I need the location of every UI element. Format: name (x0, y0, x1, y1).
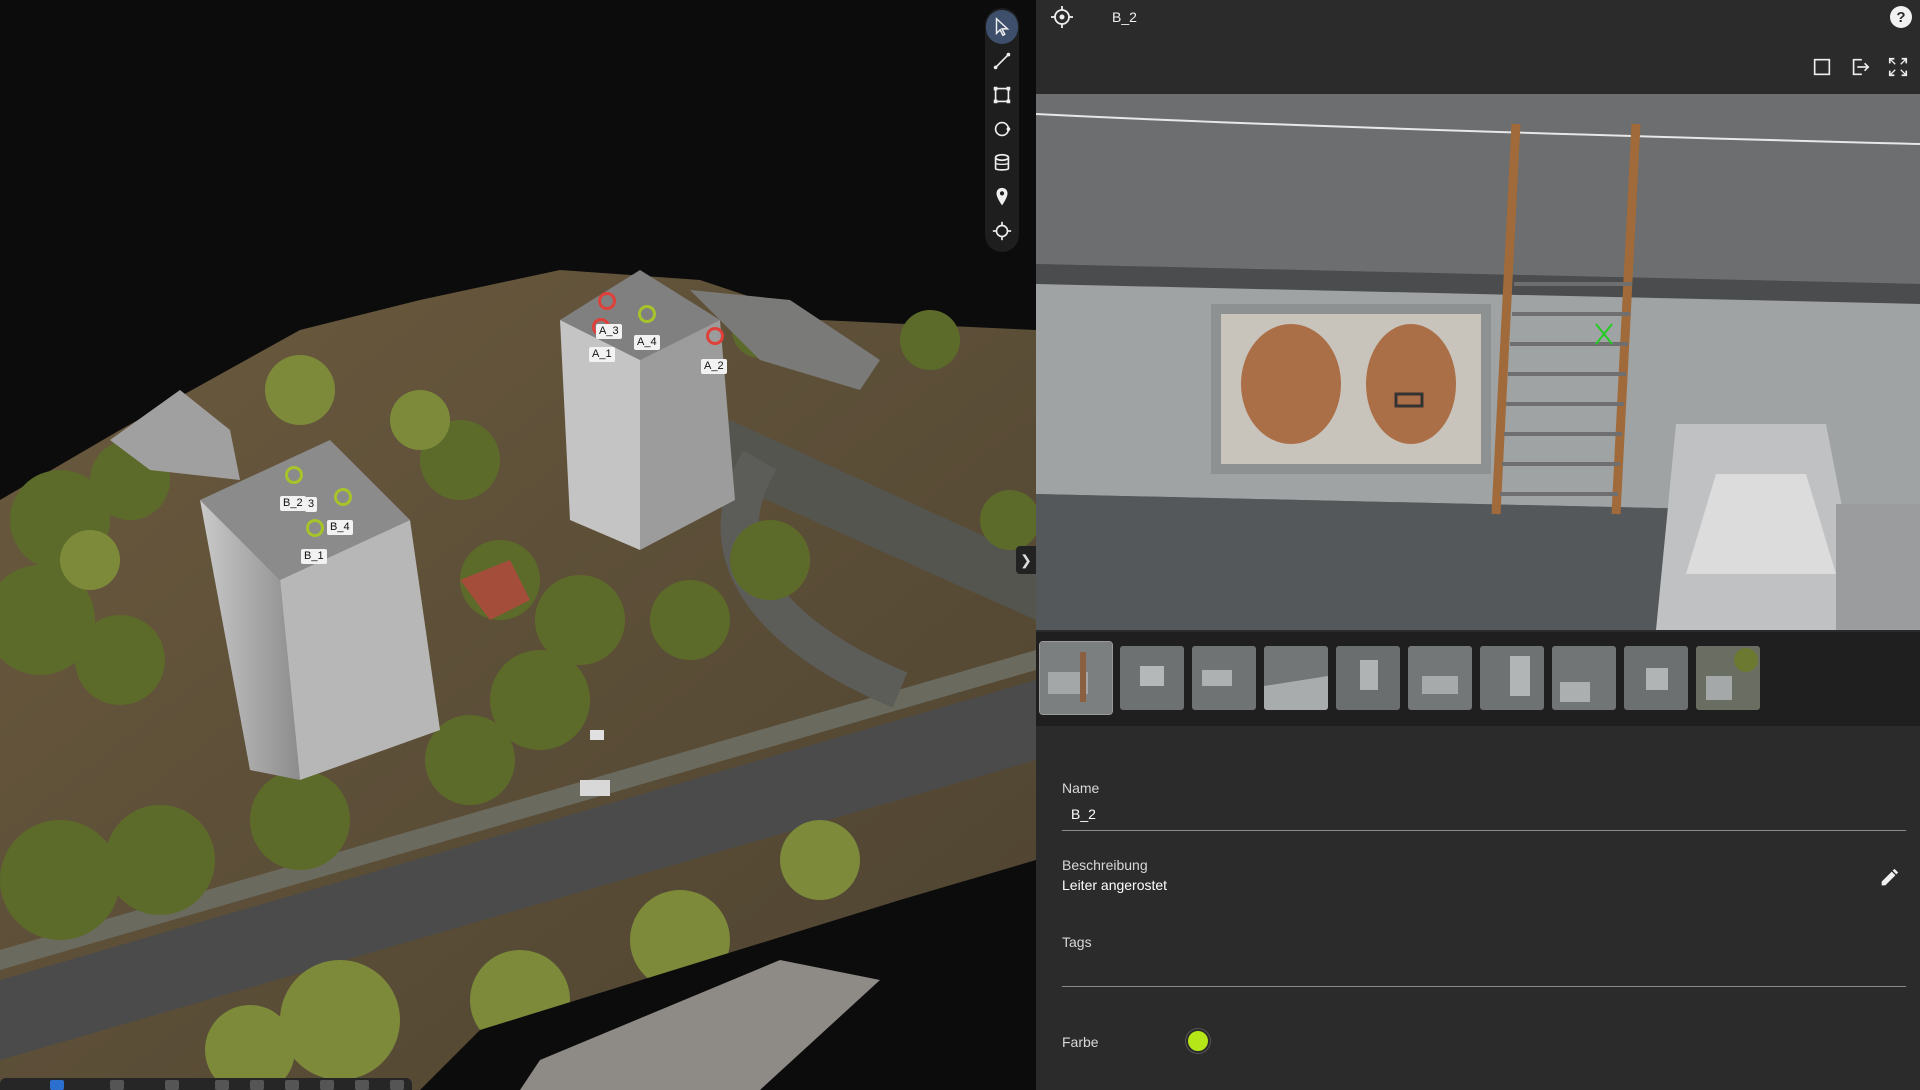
thumbnail[interactable] (1336, 646, 1400, 710)
detail-panel: B_2 ? Name B_2 Beschreibung Leiter anger… (1036, 0, 1920, 1090)
marker-ring-icon[interactable] (706, 327, 724, 345)
marker-ring-icon[interactable] (334, 488, 352, 506)
map-pin-icon (996, 187, 1008, 206)
bottom-bar-button[interactable] (215, 1080, 229, 1090)
frame-icon (1813, 58, 1831, 76)
locate-icon[interactable] (1050, 5, 1074, 29)
panel-header: B_2 ? (1036, 0, 1920, 34)
description-value: Leiter angerostet (1062, 877, 1168, 893)
pencil-icon[interactable] (1878, 867, 1900, 889)
point-tool-button[interactable] (986, 214, 1018, 248)
thumbnail-image (1408, 646, 1472, 710)
bottom-bar-button[interactable] (390, 1080, 404, 1090)
bottom-bar-button[interactable] (50, 1080, 64, 1090)
name-label: Name (1062, 780, 1100, 796)
chevron-right-icon: ❯ (1020, 551, 1032, 568)
thumbnail-image (1264, 646, 1328, 710)
marker-label-b1[interactable]: B_1 (301, 549, 327, 564)
point-cloud-scene[interactable] (0, 0, 1036, 1090)
thumbnail-image (1336, 646, 1400, 710)
thumbnail-strip (1039, 641, 1760, 715)
thumbnail[interactable] (1696, 646, 1760, 710)
color-swatch[interactable] (1186, 1029, 1210, 1053)
thumbnail-image (1552, 646, 1616, 710)
inspection-photo[interactable] (1036, 94, 1920, 630)
marker-label-a2[interactable]: A_2 (701, 359, 727, 374)
thumbnail-image (1696, 646, 1760, 710)
thumbnail[interactable] (1552, 646, 1616, 710)
tags-label: Tags (1062, 934, 1092, 950)
circle-icon (994, 121, 1011, 137)
name-underline (1062, 830, 1906, 831)
marker-ring-icon[interactable] (598, 292, 616, 310)
bottom-bar-button[interactable] (320, 1080, 334, 1090)
line-icon (993, 52, 1011, 70)
color-label: Farbe (1062, 1034, 1099, 1050)
thumbnail[interactable] (1039, 641, 1113, 715)
fullscreen-button[interactable] (1886, 55, 1910, 79)
bottom-bar-button[interactable] (355, 1080, 369, 1090)
database-icon (994, 153, 1010, 171)
thumbnail[interactable] (1624, 646, 1688, 710)
marker-label-a1[interactable]: A_1 (589, 347, 615, 362)
tags-underline (1062, 986, 1906, 987)
app-root: B_2 3 B_4 B_1 A_3 A_4 A_1 A_2 ❯ B_2 ? Na… (0, 0, 1920, 1090)
cursor-icon (995, 17, 1010, 37)
thumbnail-image (1120, 646, 1184, 710)
measure-line-button[interactable] (986, 44, 1018, 78)
panel-title: B_2 (1112, 9, 1137, 25)
export-button[interactable] (1848, 55, 1872, 79)
marker-ring-icon[interactable] (285, 466, 303, 484)
place-marker-button[interactable] (986, 180, 1018, 214)
thumbnail[interactable] (1264, 646, 1328, 710)
area-tool-button[interactable] (986, 78, 1018, 112)
circle-tool-button[interactable] (986, 112, 1018, 146)
thumbnail[interactable] (1120, 646, 1184, 710)
bottom-bar-button[interactable] (165, 1080, 179, 1090)
help-icon[interactable]: ? (1890, 6, 1912, 28)
collapse-panel-button[interactable]: ❯ (1016, 546, 1036, 574)
thumbnail-image (1192, 646, 1256, 710)
thumbnail[interactable] (1480, 646, 1544, 710)
select-tool-button[interactable] (986, 10, 1018, 44)
bottom-bar-button[interactable] (110, 1080, 124, 1090)
marker-ring-icon[interactable] (306, 519, 324, 537)
crosshair-icon (992, 221, 1012, 241)
fullscreen-icon (1888, 57, 1908, 77)
marker-label-b2[interactable]: B_2 (280, 496, 306, 511)
marker-label-a3[interactable]: A_3 (596, 324, 622, 339)
marker-label-b3[interactable]: 3 (305, 497, 318, 512)
export-icon (1852, 58, 1870, 76)
thumbnail[interactable] (1192, 646, 1256, 710)
photo-toolbar (1810, 55, 1910, 79)
thumbnail-image (1480, 646, 1544, 710)
bottom-bar-button[interactable] (285, 1080, 299, 1090)
marker-ring-icon[interactable] (638, 305, 656, 323)
marker-label-b4[interactable]: B_4 (327, 520, 353, 535)
bottom-bar-button[interactable] (250, 1080, 264, 1090)
inspection-photo-image (1036, 94, 1920, 630)
thumbnail-image (1624, 646, 1688, 710)
viewer-bottom-bar (0, 1078, 412, 1090)
name-value[interactable]: B_2 (1071, 806, 1096, 822)
viewer-toolstrip (985, 8, 1019, 252)
point-cloud-viewport[interactable]: B_2 3 B_4 B_1 A_3 A_4 A_1 A_2 ❯ (0, 0, 1036, 1090)
frame-button[interactable] (1810, 55, 1834, 79)
thumbnail[interactable] (1408, 646, 1472, 710)
description-label: Beschreibung (1062, 857, 1148, 873)
thumbnail-image (1040, 642, 1112, 714)
volume-tool-button[interactable] (986, 146, 1018, 180)
marker-label-a4[interactable]: A_4 (634, 335, 660, 350)
polygon-icon (993, 86, 1011, 104)
